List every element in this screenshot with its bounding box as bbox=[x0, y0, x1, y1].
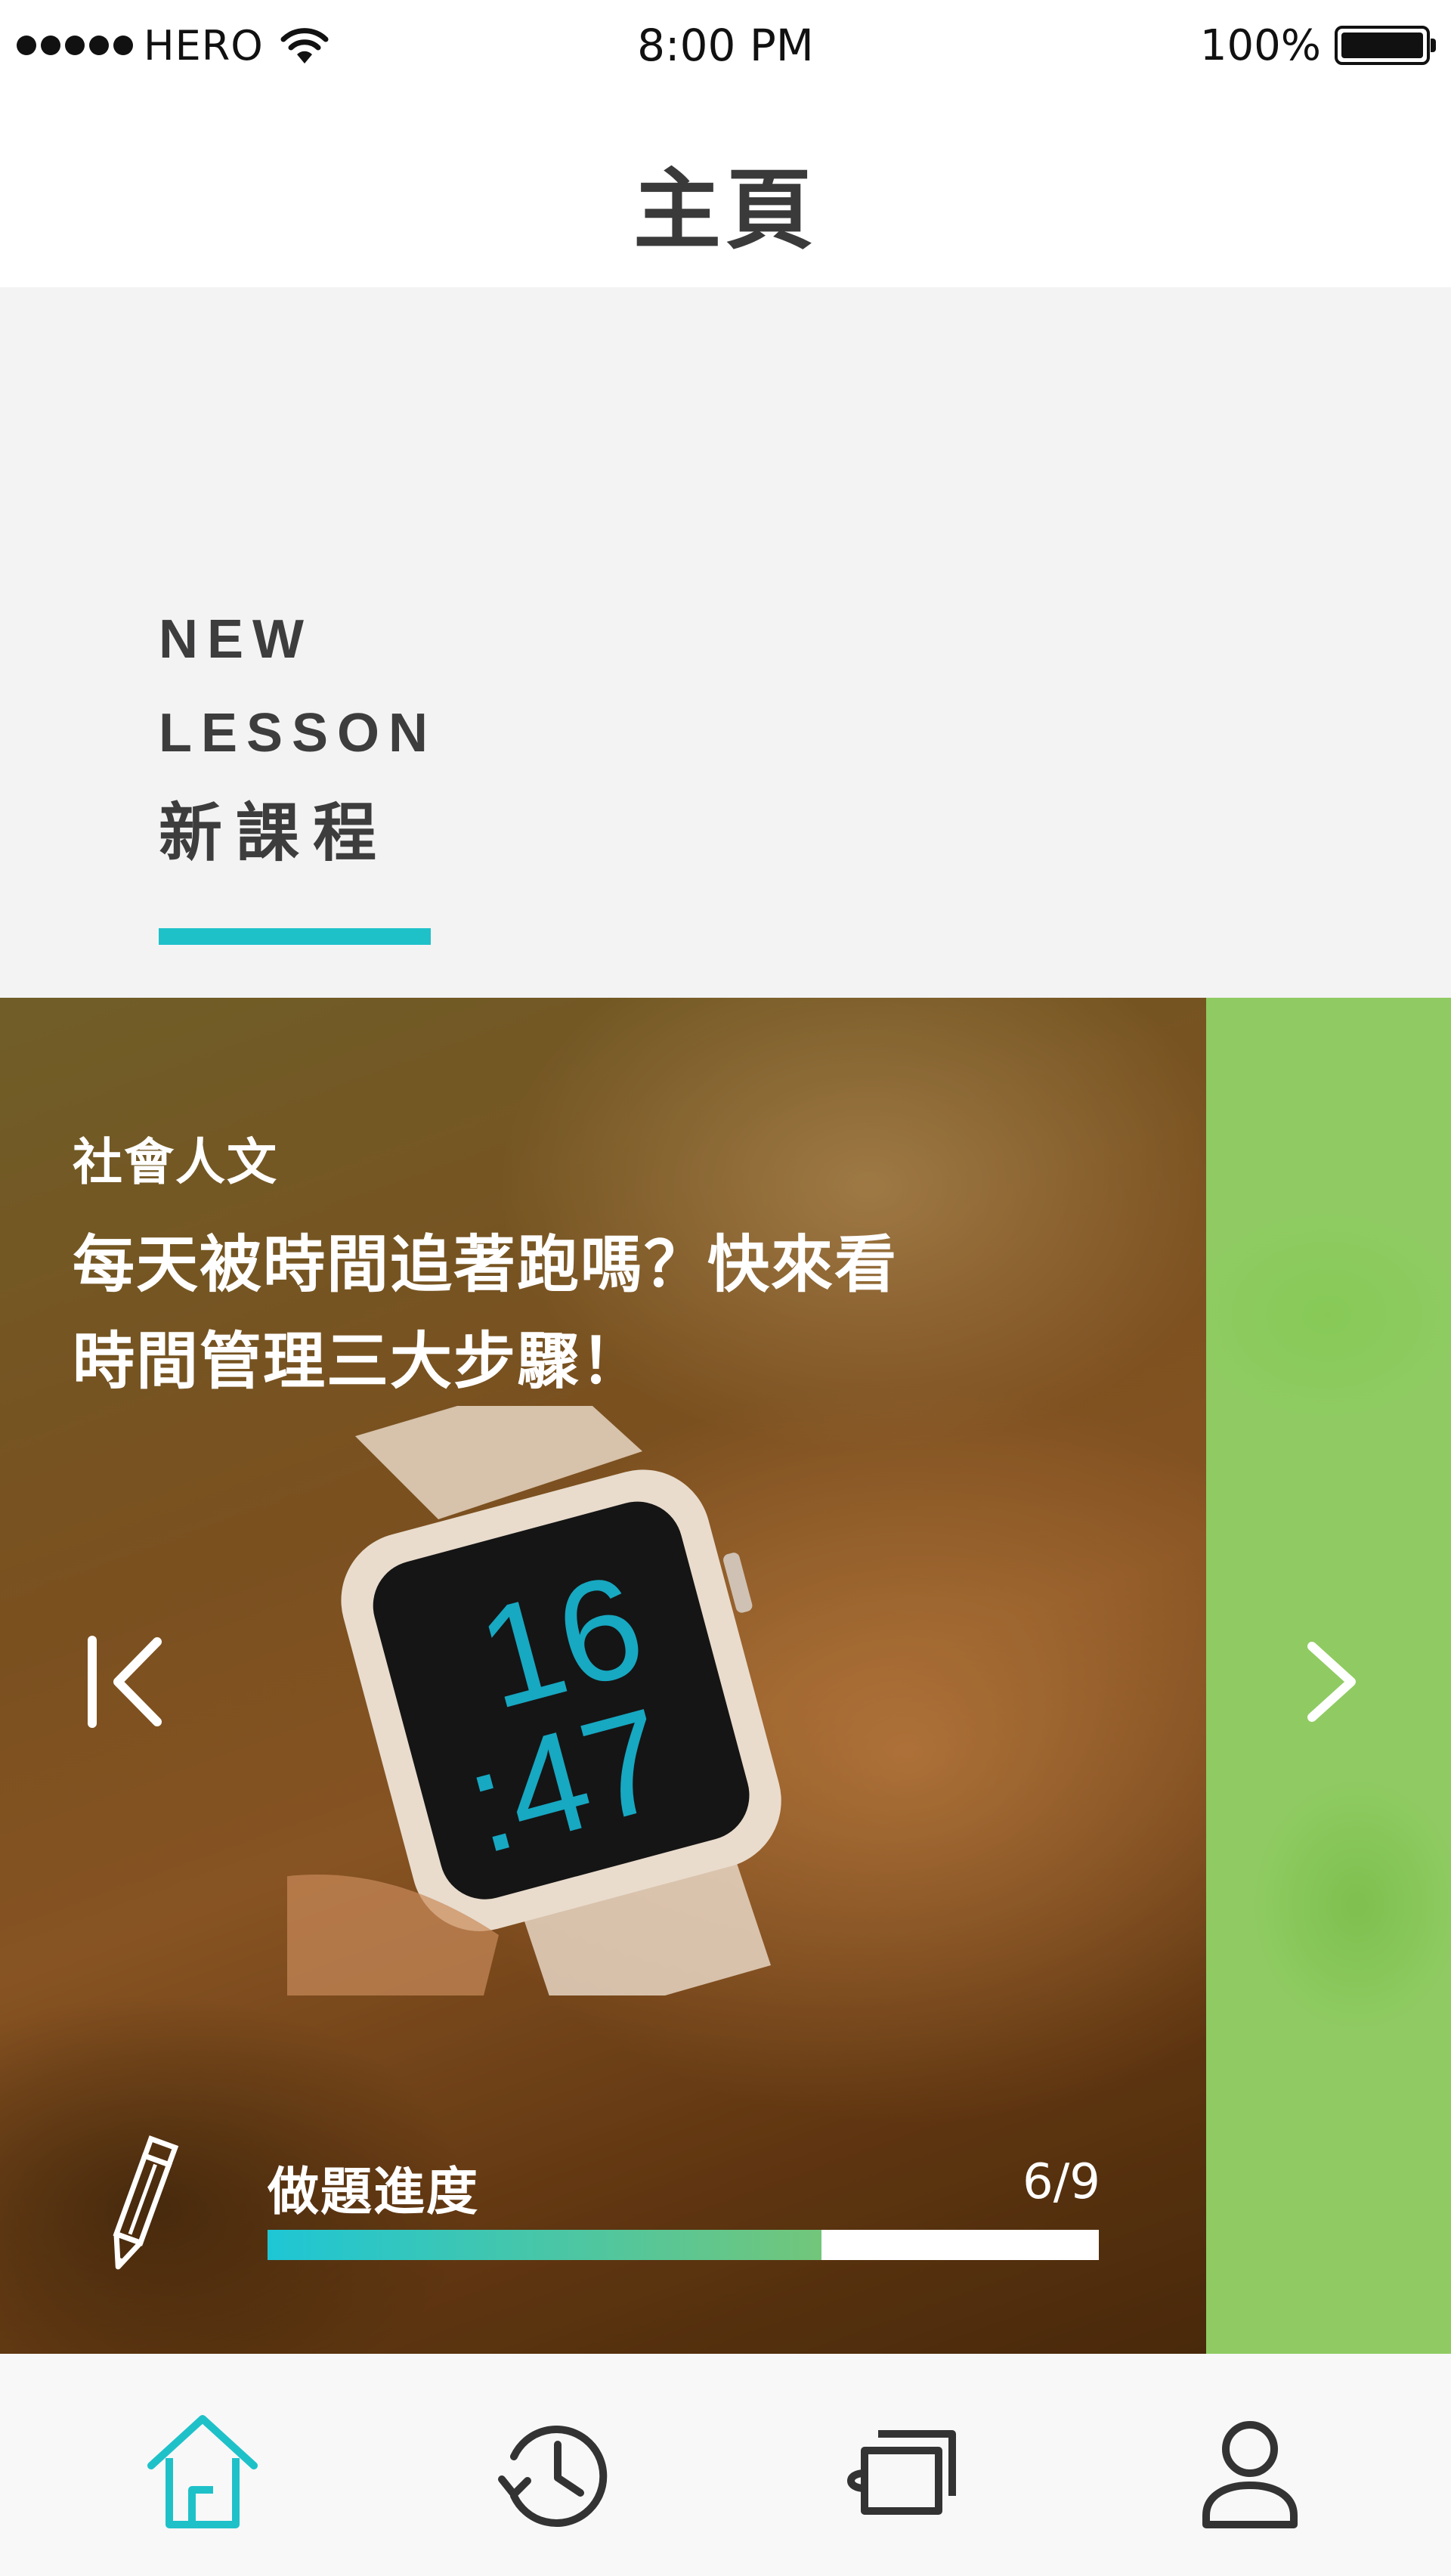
page-title: 主頁 bbox=[633, 159, 818, 262]
battery-icon bbox=[1335, 26, 1436, 65]
card-title-line2: 時間管理三大步驟！ bbox=[73, 1326, 645, 1398]
history-icon[interactable] bbox=[491, 2411, 612, 2532]
card-category: 社會人文 bbox=[73, 1133, 278, 1191]
progress-count: 6/9 bbox=[1023, 2154, 1100, 2210]
pencil-icon bbox=[113, 2135, 179, 2270]
card-title: 每天被時間追著跑嗎？快來看 時間管理三大步驟！ bbox=[73, 1217, 1055, 1410]
section-underline bbox=[159, 928, 431, 945]
cards-icon[interactable] bbox=[839, 2411, 960, 2532]
progress-bar-fill bbox=[268, 2230, 822, 2260]
lesson-card[interactable]: 16 :47 社會人文 每天被時間追著跑嗎？快來看 時間管理三大步驟！ 做題進度… bbox=[0, 998, 1206, 2354]
next-lesson-card-peek[interactable] bbox=[1206, 998, 1451, 2354]
progress-bar bbox=[268, 2230, 1099, 2260]
battery-percent: 100% bbox=[1199, 20, 1321, 70]
status-bar: HERO 8:00 PM 100% bbox=[0, 0, 1451, 94]
section-title-en-line1: NEW bbox=[159, 609, 313, 670]
chevron-right-icon[interactable] bbox=[1297, 1633, 1365, 1731]
nav-header: 主頁 bbox=[0, 94, 1451, 287]
chevron-left-bar-icon[interactable] bbox=[83, 1633, 166, 1731]
section-title-en-line2: LESSON bbox=[159, 703, 438, 763]
profile-icon[interactable] bbox=[1190, 2411, 1310, 2532]
section-title-zh: 新課程 bbox=[159, 796, 391, 870]
card-title-line1: 每天被時間追著跑嗎？快來看 bbox=[73, 1229, 899, 1301]
home-icon[interactable] bbox=[142, 2411, 263, 2532]
smartwatch-image: 16 :47 bbox=[287, 1406, 781, 1995]
section-heading: NEW LESSON 新課程 bbox=[159, 612, 437, 865]
progress-label: 做題進度 bbox=[268, 2163, 480, 2222]
tab-bar bbox=[0, 2354, 1451, 2576]
status-right: 100% bbox=[1199, 20, 1436, 70]
